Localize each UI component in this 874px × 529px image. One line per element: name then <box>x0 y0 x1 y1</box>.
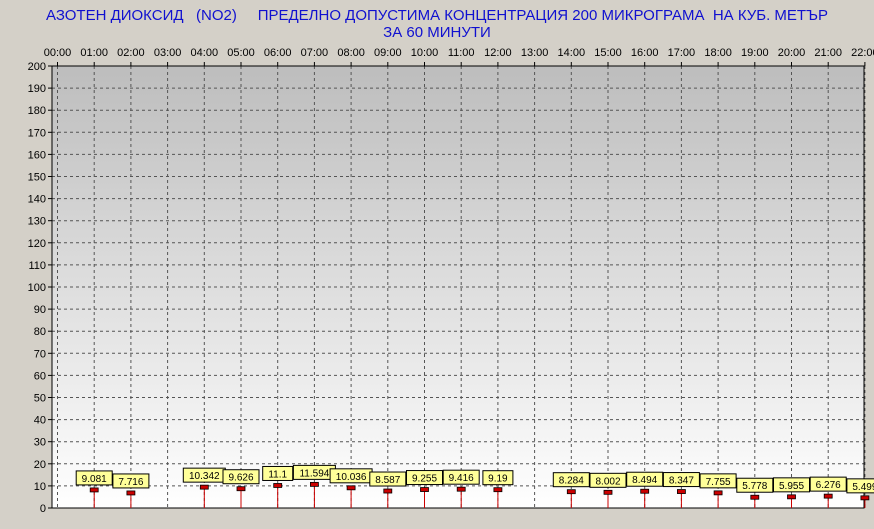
data-label: 10.342 <box>189 471 220 482</box>
y-tick-label: 70 <box>34 348 46 360</box>
y-tick-label: 0 <box>40 503 46 515</box>
data-label: 9.255 <box>412 474 437 485</box>
x-tick-label: 12:00 <box>484 47 512 59</box>
y-tick-label: 130 <box>28 216 46 228</box>
data-bar <box>603 489 613 495</box>
y-tick-label: 160 <box>28 149 46 161</box>
y-tick-label: 10 <box>34 481 46 493</box>
data-label: 6.276 <box>816 480 841 491</box>
y-tick-label: 180 <box>28 105 46 117</box>
x-tick-label: 17:00 <box>668 47 696 59</box>
x-tick-label: 15:00 <box>594 47 622 59</box>
y-tick-label: 140 <box>28 194 46 206</box>
x-tick-label: 07:00 <box>301 47 329 59</box>
x-tick-label: 06:00 <box>264 47 292 59</box>
x-tick-label: 13:00 <box>521 47 549 59</box>
data-label: 8.347 <box>669 476 694 487</box>
x-tick-label: 02:00 <box>117 47 145 59</box>
data-bar <box>566 489 576 495</box>
x-tick-label: 01:00 <box>80 47 108 59</box>
x-tick-label: 18:00 <box>704 47 732 59</box>
x-tick-label: 00:00 <box>44 47 72 59</box>
y-tick-label: 50 <box>34 393 46 405</box>
x-tick-label: 11:00 <box>448 47 475 59</box>
x-tick-label: 21:00 <box>814 47 842 59</box>
data-label: 7.755 <box>706 477 731 488</box>
x-tick-label: 16:00 <box>631 47 659 59</box>
y-tick-label: 110 <box>28 260 46 272</box>
data-label: 9.416 <box>449 473 474 484</box>
data-bar <box>236 486 246 492</box>
bar-chart: 0 10 20 30 40 50 60 70 80 90 100 110 120 130 140 150 160… <box>28 47 874 515</box>
data-bar <box>89 487 99 493</box>
y-tick-label: 60 <box>34 370 46 382</box>
x-tick-label: 05:00 <box>227 47 255 59</box>
y-tick-label: 100 <box>28 282 46 294</box>
data-bar <box>420 487 429 492</box>
data-bar <box>860 495 870 501</box>
x-tick-label: 08:00 <box>337 47 365 59</box>
data-label: 11.594 <box>299 468 329 479</box>
y-tick-label: 20 <box>34 459 46 471</box>
data-bar <box>823 493 833 499</box>
x-tick-label: 09:00 <box>374 47 402 59</box>
data-bar <box>199 484 209 490</box>
x-tick-label: 10:00 <box>411 47 439 59</box>
x-tick-label: 20:00 <box>778 47 806 59</box>
data-bar <box>713 490 723 496</box>
y-tick-label: 200 <box>28 61 46 73</box>
y-tick-label: 120 <box>28 238 46 250</box>
data-label: 9.626 <box>228 473 253 484</box>
data-bar <box>346 485 356 491</box>
y-tick-label: 170 <box>28 127 46 139</box>
y-tick-label: 90 <box>34 304 46 316</box>
data-label: 8.284 <box>559 476 584 487</box>
data-bar <box>126 490 136 496</box>
y-tick-label: 40 <box>34 415 46 427</box>
data-label: 9.081 <box>82 474 107 485</box>
data-bar <box>309 481 319 487</box>
data-label: 5.499 <box>852 482 874 493</box>
data-label: 9.19 <box>488 474 508 485</box>
data-label: 8.494 <box>632 475 657 486</box>
x-tick-label: 03:00 <box>154 47 182 59</box>
data-label: 11.1 <box>268 469 287 480</box>
y-tick-label: 150 <box>28 172 46 184</box>
y-tick-label: 30 <box>34 437 46 449</box>
y-tick-label: 80 <box>34 326 46 338</box>
data-bar <box>493 487 503 493</box>
data-bar <box>383 488 393 494</box>
data-label: 5.778 <box>742 481 767 492</box>
x-tick-label: 19:00 <box>741 47 769 59</box>
x-tick-label: 04:00 <box>191 47 219 59</box>
data-bar <box>677 489 686 494</box>
data-label: 10.036 <box>336 472 367 483</box>
chart-window: АЗОТЕН ДИОКСИД (NO2) ПРЕДЕЛНО ДОПУСТИМА … <box>0 0 874 529</box>
data-label: 7.716 <box>118 477 143 488</box>
x-tick-label: 22:00 <box>851 47 874 59</box>
data-bar <box>787 494 796 500</box>
data-bar <box>273 483 283 488</box>
data-label: 8.002 <box>595 476 620 487</box>
data-bar <box>750 494 760 500</box>
y-tick-label: 190 <box>28 83 46 95</box>
data-label: 5.955 <box>779 481 804 492</box>
data-label: 8.587 <box>375 475 400 486</box>
data-bar <box>640 488 650 494</box>
data-bar <box>456 486 466 492</box>
x-tick-label: 14:00 <box>558 47 586 59</box>
